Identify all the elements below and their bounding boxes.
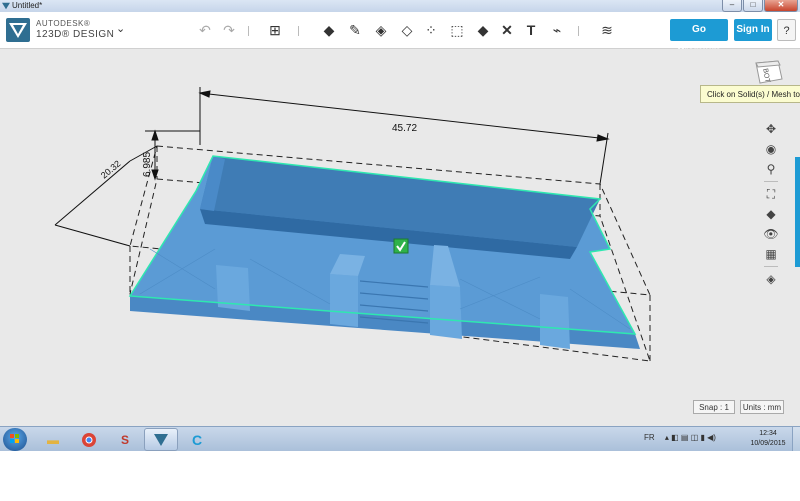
snap-icon[interactable]: ⌁ xyxy=(548,21,566,39)
clock-date: 10/09/2015 xyxy=(750,440,786,447)
view-cube[interactable]: BOT xyxy=(752,59,784,85)
fit-icon[interactable]: ⛶ xyxy=(760,184,782,204)
model-solid[interactable] xyxy=(128,155,640,349)
cura-icon: C xyxy=(191,431,203,448)
sketchup-icon: S xyxy=(120,432,129,447)
language-indicator[interactable]: FR xyxy=(644,433,655,442)
tray-icons[interactable]: ▴ ◧ ▤ ◫ ▮ ◀) xyxy=(665,433,716,442)
123d-design-icon xyxy=(154,433,168,446)
logo-icon xyxy=(9,23,27,38)
view-cube-icon[interactable]: BOT xyxy=(752,59,784,85)
windows-taskbar: ▬ S C FR ▴ ◧ ▤ ◫ ▮ ◀) 12:34 10/09/2015 xyxy=(0,426,800,452)
close-button[interactable]: ✕ xyxy=(764,0,798,12)
pattern-icon[interactable]: ⁘ xyxy=(422,21,440,39)
main-menu-chevron-icon[interactable]: ⌄ xyxy=(116,22,125,35)
pan-icon[interactable]: ✥ xyxy=(760,119,782,139)
chrome-icon xyxy=(82,432,96,447)
transform-icon[interactable]: ⊞ xyxy=(266,21,284,39)
material-view-icon[interactable]: ◈ xyxy=(760,269,782,289)
app-logo[interactable] xyxy=(6,18,30,42)
go-premium-button[interactable]: Go Premium xyxy=(670,19,728,57)
minimize-button[interactable]: – xyxy=(722,0,742,12)
orbit-icon[interactable]: ◉ xyxy=(760,139,782,159)
grid-toggle-icon[interactable]: ▦ xyxy=(760,244,782,264)
model-canvas[interactable]: 45.72 6.985 20.32 xyxy=(0,49,800,426)
units-indicator[interactable]: Units : mm xyxy=(740,400,784,414)
measure-icon[interactable]: ✕ xyxy=(498,21,516,39)
undo-icon[interactable]: ↶ xyxy=(196,21,214,39)
taskbar-123d-design[interactable] xyxy=(144,428,178,451)
show-desktop-button[interactable] xyxy=(792,427,800,452)
nav-separator xyxy=(764,266,778,267)
side-panel-tab[interactable] xyxy=(795,157,800,267)
system-clock[interactable]: 12:34 10/09/2015 xyxy=(748,429,788,449)
blank-area xyxy=(0,451,800,501)
3d-viewport[interactable]: 45.72 6.985 20.32 BOT Click on Solid(s) … xyxy=(0,49,800,426)
construct-icon[interactable]: ◈ xyxy=(372,21,390,39)
app-icon xyxy=(2,2,10,10)
combine-icon[interactable]: ◆ xyxy=(474,21,492,39)
selection-check-icon[interactable] xyxy=(393,238,409,254)
redo-icon[interactable]: ↷ xyxy=(220,21,238,39)
taskbar-explorer[interactable]: ▬ xyxy=(36,428,70,451)
sign-in-button[interactable]: Sign In xyxy=(734,19,772,41)
window-title: Untitled* xyxy=(12,1,43,10)
taskbar-chrome[interactable] xyxy=(72,428,106,451)
toolbar-separator xyxy=(248,26,249,36)
taskbar-cura[interactable]: C xyxy=(180,428,214,451)
modify-icon[interactable]: ◇ xyxy=(398,21,416,39)
toolbar-separator xyxy=(298,26,299,36)
group-icon[interactable]: ⬚ xyxy=(448,21,466,39)
maximize-button[interactable]: □ xyxy=(743,0,763,12)
windows-logo-icon xyxy=(10,434,19,443)
perspective-icon[interactable]: ◆ xyxy=(760,204,782,224)
visibility-icon[interactable]: 👁 xyxy=(760,224,782,244)
nav-separator xyxy=(764,181,778,182)
window-controls: – □ ✕ xyxy=(722,0,798,12)
help-button[interactable]: ? xyxy=(777,19,796,41)
navigation-bar: ✥ ◉ ⚲ ⛶ ◆ 👁 ▦ ◈ xyxy=(760,119,782,289)
folder-icon: ▬ xyxy=(47,432,59,447)
snap-indicator[interactable]: Snap : 1 xyxy=(693,400,735,414)
start-button[interactable] xyxy=(3,428,27,451)
hint-tooltip: Click on Solid(s) / Mesh to xyxy=(700,85,800,103)
window-titlebar: Untitled* – □ ✕ xyxy=(0,0,800,12)
brand-autodesk: AUTODESK® xyxy=(36,19,91,28)
taskbar-sketchup[interactable]: S xyxy=(108,428,142,451)
toolbar-separator xyxy=(578,26,579,36)
brand-product: 123D® DESIGN xyxy=(36,29,115,40)
clock-time: 12:34 xyxy=(759,430,777,437)
sketch-icon[interactable]: ✎ xyxy=(346,21,364,39)
system-tray: FR ▴ ◧ ▤ ◫ ▮ ◀) xyxy=(644,433,716,442)
material-icon[interactable]: ≋ xyxy=(598,21,616,39)
text-icon[interactable]: T xyxy=(522,21,540,39)
dimension-length-label: 45.72 xyxy=(392,123,417,134)
dimension-height-label: 6.985 xyxy=(142,152,153,177)
zoom-icon[interactable]: ⚲ xyxy=(760,159,782,179)
primitives-icon[interactable]: ◆ xyxy=(320,21,338,39)
